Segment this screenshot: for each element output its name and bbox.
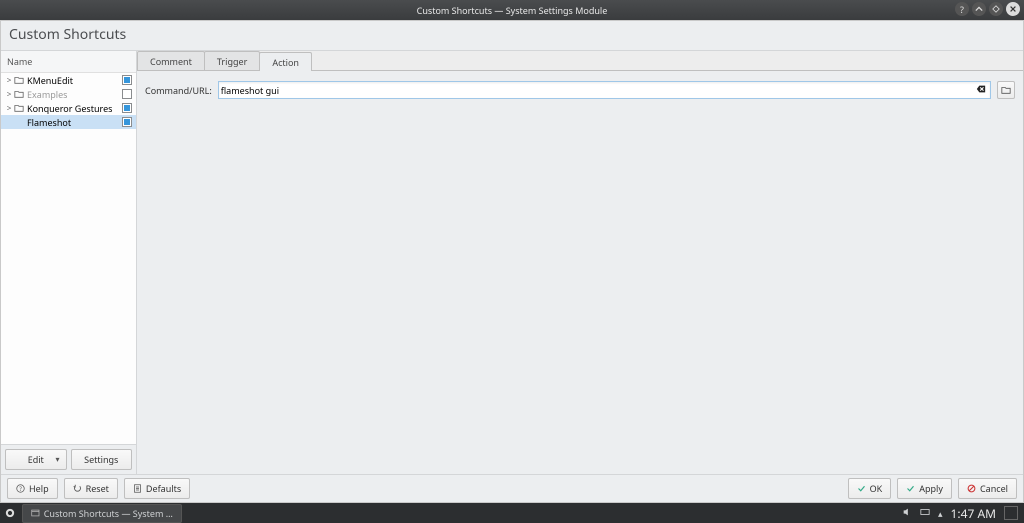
window-buttons: ? xyxy=(955,2,1020,16)
cancel-button[interactable]: Cancel xyxy=(958,478,1017,499)
tree-row-examples[interactable]: > Examples xyxy=(1,87,136,101)
detail-tabs: CommentTriggerAction xyxy=(137,51,1023,71)
shortcut-tree-panel: Name > KMenuEdit > Examples > Konqueror Gestu… xyxy=(1,51,137,474)
tree-row-label: Konqueror Gestures xyxy=(25,102,118,115)
help-icon: ? xyxy=(16,484,25,493)
folder-icon xyxy=(13,103,25,113)
close-window-button[interactable] xyxy=(1006,2,1020,16)
tray-expand-icon[interactable]: ▴ xyxy=(938,507,943,520)
window-icon xyxy=(31,508,40,518)
defaults-button-label: Defaults xyxy=(146,482,181,495)
window-titlebar: Custom Shortcuts — System Settings Modul… xyxy=(0,0,1024,20)
undo-icon xyxy=(73,484,82,493)
tree-row-konqueror-gestures[interactable]: > Konqueror Gestures xyxy=(1,101,136,115)
clear-input-icon[interactable] xyxy=(974,83,988,97)
enable-checkbox[interactable] xyxy=(122,117,132,127)
folder-icon xyxy=(13,75,25,85)
apply-button-label: Apply xyxy=(919,482,943,495)
network-icon[interactable] xyxy=(920,507,930,520)
tab-action[interactable]: Action xyxy=(259,52,312,71)
tree-row-label: Flameshot xyxy=(25,116,118,129)
taskbar-task-label: Custom Shortcuts — System Setti... xyxy=(44,507,173,520)
expander-icon[interactable]: > xyxy=(5,75,13,86)
document-icon xyxy=(133,484,142,493)
ok-button[interactable]: OK xyxy=(848,478,892,499)
start-icon xyxy=(5,508,15,518)
help-button-label: Help xyxy=(29,482,49,495)
edit-button-label: Edit xyxy=(28,453,44,466)
tree-row-kmenuedit[interactable]: > KMenuEdit xyxy=(1,73,136,87)
sidebar-buttons: Edit ▾ Settings xyxy=(1,444,136,474)
shortcut-tree[interactable]: > KMenuEdit > Examples > Konqueror GesturesFl… xyxy=(1,73,136,444)
enable-checkbox[interactable] xyxy=(122,75,132,85)
check-icon xyxy=(857,484,866,493)
command-label: Command/URL: xyxy=(145,84,212,97)
reset-button-label: Reset xyxy=(86,482,109,495)
system-tray: ▴ 1:47 AM xyxy=(902,505,1024,522)
expander-icon[interactable]: > xyxy=(5,89,13,100)
cancel-button-label: Cancel xyxy=(980,482,1008,495)
enable-checkbox[interactable] xyxy=(122,89,132,99)
apply-button[interactable]: Apply xyxy=(897,478,952,499)
dialog-footer: ? Help Reset Defaults OK Apply Cancel xyxy=(1,474,1023,502)
taskbar-clock[interactable]: 1:47 AM xyxy=(951,505,996,522)
volume-icon[interactable] xyxy=(902,507,912,520)
check-icon xyxy=(906,484,915,493)
help-window-button[interactable]: ? xyxy=(955,2,969,16)
maximize-window-button[interactable] xyxy=(989,2,1003,16)
svg-text:?: ? xyxy=(19,485,22,493)
help-button[interactable]: ? Help xyxy=(7,478,58,499)
settings-window: Custom Shortcuts Name > KMenuEdit > Example… xyxy=(0,20,1024,503)
show-desktop-button[interactable] xyxy=(1004,506,1018,520)
settings-button[interactable]: Settings xyxy=(71,449,133,470)
defaults-button[interactable]: Defaults xyxy=(124,478,190,499)
start-button[interactable] xyxy=(0,503,20,523)
ok-button-label: OK xyxy=(870,482,883,495)
enable-checkbox[interactable] xyxy=(122,103,132,113)
window-title: Custom Shortcuts — System Settings Modul… xyxy=(0,4,1024,17)
taskbar-task[interactable]: Custom Shortcuts — System Setti... xyxy=(22,504,182,523)
desktop-taskbar: Custom Shortcuts — System Setti... ▴ 1:4… xyxy=(0,503,1024,523)
command-input[interactable] xyxy=(221,82,974,98)
expander-icon[interactable]: > xyxy=(5,103,13,114)
edit-button[interactable]: Edit ▾ xyxy=(5,449,67,470)
tab-comment[interactable]: Comment xyxy=(137,51,205,70)
tree-header-name: Name xyxy=(1,51,136,73)
reset-button[interactable]: Reset xyxy=(64,478,118,499)
folder-icon xyxy=(13,89,25,99)
tab-action-body: Command/URL: xyxy=(137,71,1023,474)
folder-open-icon xyxy=(1001,85,1011,95)
chevron-down-icon: ▾ xyxy=(55,454,59,465)
browse-button[interactable] xyxy=(997,81,1015,99)
minimize-window-button[interactable] xyxy=(972,2,986,16)
settings-button-label: Settings xyxy=(84,453,118,466)
command-input-wrap xyxy=(218,81,991,99)
tab-trigger[interactable]: Trigger xyxy=(204,51,260,70)
module-title: Custom Shortcuts xyxy=(1,21,1023,51)
tree-row-flameshot[interactable]: Flameshot xyxy=(1,115,136,129)
detail-pane: CommentTriggerAction Command/URL: xyxy=(137,51,1023,474)
tree-row-label: KMenuEdit xyxy=(25,74,118,87)
content-area: Name > KMenuEdit > Examples > Konqueror Gestu… xyxy=(1,51,1023,474)
tree-row-label: Examples xyxy=(25,88,118,101)
cancel-icon xyxy=(967,484,976,493)
command-row: Command/URL: xyxy=(145,81,1015,99)
